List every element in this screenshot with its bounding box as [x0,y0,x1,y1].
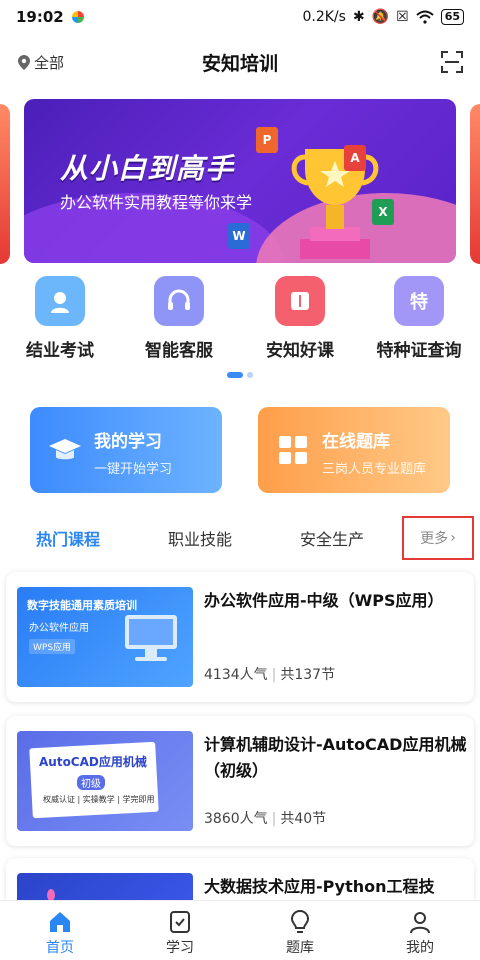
quick-item-certificate[interactable]: 特 特种证查询 [364,276,474,361]
book-icon [275,276,325,326]
location-label: 全部 [34,53,65,72]
word-icon: W [228,223,250,249]
promo-banner[interactable]: 从小白到高手 办公软件实用教程等你来学 P A X W [24,99,456,263]
mute-icon: 🔕 [371,9,390,25]
thumb-line3: 权威认证 | 实操教学 | 学完即用 [43,795,155,804]
card-title: 在线题库 [322,432,390,452]
nav-label: 首页 [46,940,74,956]
quick-item-label: 特种证查询 [376,341,462,361]
quick-item-exam[interactable]: 结业考试 [5,276,115,361]
status-bar: 19:02 0.2K/s ✱ 🔕 ☒ 65 [0,0,480,34]
banner-next-peek[interactable] [470,104,480,264]
course-thumbnail: AutoCAD应用机械 初级 权威认证 | 实操教学 | 学完即用 [17,731,193,831]
status-icons: 0.2K/s ✱ 🔕 ☒ 65 [302,9,464,25]
banner-prev-peek[interactable] [0,104,10,264]
question-bank-card[interactable]: 在线题库 三岗人员专业题库 [258,407,450,493]
nav-label: 我的 [406,940,434,956]
nav-study[interactable]: 学习 [120,901,240,960]
quick-item-courses[interactable]: 安知好课 [245,276,355,361]
bulb-icon [290,909,310,933]
nav-label: 题库 [286,940,314,956]
page-indicator [0,372,480,378]
excel-icon: X [372,199,394,225]
location-selector[interactable]: 全部 [18,52,64,73]
net-speed: 0.2K/s [302,9,346,25]
quick-item-service[interactable]: 智能客服 [124,276,234,361]
banner-headline: 从小白到高手 [60,152,235,185]
course-popularity: 3860人气 [204,811,268,827]
indicator-dot-active [227,372,243,378]
certificate-icon: 特 [394,276,444,326]
chevron-right-icon: › [450,530,456,546]
course-meta: 3860人气 | 共40节 [204,811,327,827]
profile-icon [410,912,430,934]
banner-subline: 办公软件实用教程等你来学 [60,193,253,212]
quick-item-label: 智能客服 [145,341,213,361]
bottom-nav: 首页 学习 题库 我的 [0,900,480,960]
course-card[interactable]: 数字技能通用素质培训 办公软件应用 WPS应用 办公软件应用-中级（WPS应用）… [6,572,474,702]
nav-home[interactable]: 首页 [0,901,120,960]
tab-safety-production[interactable]: 安全生产 [300,526,364,550]
nav-question-bank[interactable]: 题库 [240,901,360,960]
indicator-dot [247,372,253,378]
thumb-line2: 初级 [77,775,105,790]
more-button[interactable]: 更多 › [402,516,474,560]
course-popularity: 4134人气 [204,667,268,683]
headset-icon [154,276,204,326]
my-study-card[interactable]: 我的学习 一键开始学习 [30,407,222,493]
pdf-icon: A [344,145,366,171]
course-title: 大数据技术应用-Python工程技 [204,877,435,896]
thumb-line3: WPS应用 [29,639,76,654]
home-icon [50,912,70,932]
location-pin-icon [18,54,30,70]
ppt-icon: P [256,127,278,153]
tab-vocational-skills[interactable]: 职业技能 [168,526,232,550]
quick-item-label: 结业考试 [26,341,94,361]
course-meta: 4134人气 | 共137节 [204,667,336,683]
card-subtitle: 三岗人员专业题库 [322,462,427,477]
graduation-cap-icon [49,439,81,460]
nav-profile[interactable]: 我的 [360,901,480,960]
course-title: 办公软件应用-中级（WPS应用） [204,591,444,610]
scan-icon[interactable] [440,50,464,74]
battery-icon: 65 [440,9,464,25]
thumb-line1: AutoCAD应用机械 [39,755,147,769]
course-thumbnail: 数字技能通用素质培训 办公软件应用 WPS应用 [17,587,193,687]
grid-icon [279,436,307,464]
course-title: 计算机辅助设计-AutoCAD应用机械（初级） [204,735,467,780]
tab-hot-courses[interactable]: 热门课程 [36,526,100,550]
app-header: 全部 安知培训 [0,40,480,84]
more-label: 更多 [420,531,449,547]
page-title: 安知培训 [201,52,278,75]
thumb-line2: 办公软件应用 [29,623,89,634]
computer-illustration [125,615,177,661]
course-lessons: 共40节 [280,811,327,827]
card-title: 我的学习 [94,432,162,452]
status-time: 19:02 [16,8,64,26]
bluetooth-icon: ✱ [352,9,365,25]
sim-icon: ☒ [396,9,409,25]
wifi-icon [416,10,434,24]
quick-item-label: 安知好课 [266,341,334,361]
nav-label: 学习 [166,940,194,956]
course-lessons: 共137节 [280,667,336,683]
app-notification-icon [71,11,84,23]
quick-menu: 结业考试 智能客服 安知好课 特 特种证查询 [0,276,480,366]
card-subtitle: 一键开始学习 [94,462,173,477]
study-icon [170,911,190,933]
graduate-icon [35,276,85,326]
course-card[interactable]: AutoCAD应用机械 初级 权威认证 | 实操教学 | 学完即用 计算机辅助设… [6,716,474,846]
